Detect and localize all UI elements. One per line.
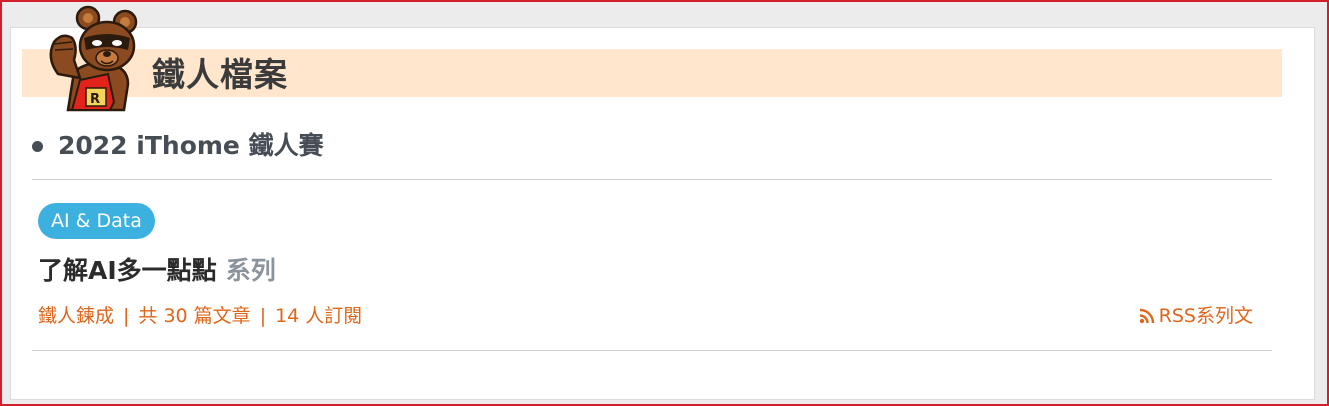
bear-mascot-icon: R [49,5,138,112]
meta-separator: | [259,305,267,327]
subscriber-count: 14 人訂閱 [275,305,363,327]
series-title[interactable]: 了解AI多一點點 [38,256,217,285]
page-title: 鐵人檔案 [152,55,288,94]
rss-icon [1139,308,1154,324]
divider [32,179,1272,180]
event-title: 2022 iThome 鐵人賽 [58,131,324,160]
series-meta: 鐵人鍊成 | 共 30 篇文章 | 14 人訂閱 [38,301,362,331]
rss-label[interactable]: RSS系列文 [1159,305,1253,327]
series-suffix: 系列 [225,256,276,285]
article-count: 共 30 篇文章 [138,305,251,327]
meta-separator: | [123,305,130,327]
series-heading[interactable]: 了解AI多一點點 系列 [38,253,276,289]
series-status: 鐵人鍊成 [38,305,115,327]
svg-text:R: R [90,92,100,107]
category-tag[interactable]: AI & Data [38,203,155,239]
bullet-icon [32,141,43,152]
rss-series-link[interactable]: RSS系列文 [1139,301,1253,331]
divider [32,350,1272,351]
